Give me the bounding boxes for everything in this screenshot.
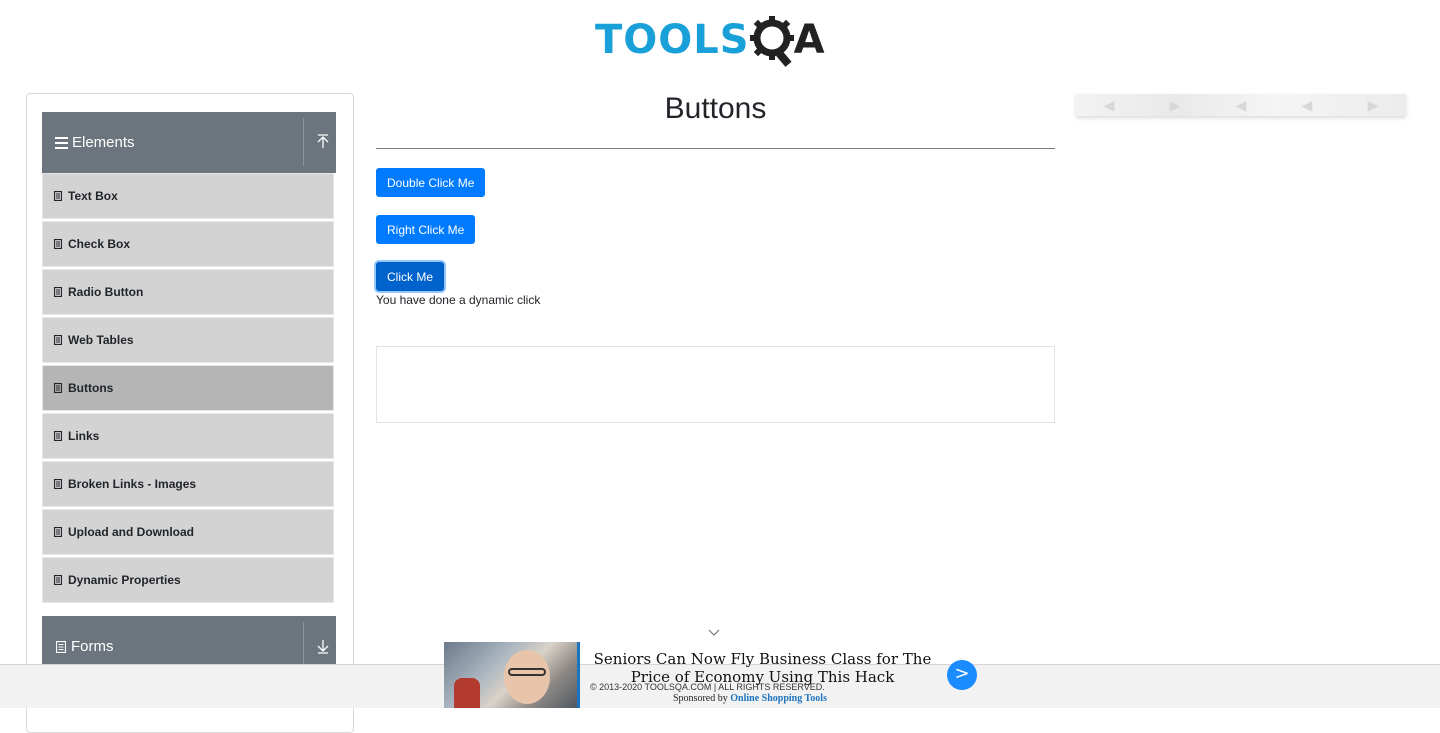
logo-text-tools: TOOLS (595, 17, 750, 63)
sidebar-item-links[interactable]: Links (42, 413, 334, 459)
sidebar: Elements Text Box Check Box Radio Button… (26, 93, 354, 733)
ad-headline[interactable]: Seniors Can Now Fly Business Class for T… (590, 650, 935, 686)
divider (376, 148, 1055, 149)
ad-image[interactable] (444, 642, 580, 708)
header: TOOLS A (0, 0, 1440, 80)
divider (303, 622, 304, 670)
document-icon (54, 575, 62, 585)
sidebar-item-label: Radio Button (68, 285, 144, 299)
document-icon (54, 383, 62, 393)
page-title: Buttons (664, 92, 767, 125)
document-icon (54, 191, 62, 201)
ad-image-face (504, 650, 550, 704)
sidebar-item-label: Text Box (68, 189, 118, 203)
left-arrow-icon: ◀ (1301, 96, 1313, 113)
bottom-ad-banner[interactable]: Seniors Can Now Fly Business Class for T… (444, 642, 980, 708)
document-icon (54, 287, 62, 297)
double-click-button[interactable]: Double Click Me (376, 168, 486, 197)
sidebar-item-buttons[interactable]: Buttons (42, 365, 334, 411)
sidebar-item-label: Broken Links - Images (68, 477, 197, 491)
sidebar-item-text-box[interactable]: Text Box (42, 173, 334, 219)
sidebar-item-label: Web Tables (68, 333, 134, 347)
left-arrow-icon: ◀ (1103, 96, 1115, 113)
menu-icon (55, 136, 68, 149)
right-arrow-icon: ▶ (1169, 96, 1181, 113)
document-icon (54, 527, 62, 537)
sidebar-item-dynamic-properties[interactable]: Dynamic Properties (42, 557, 334, 603)
sidebar-item-label: Buttons (68, 381, 114, 395)
sidebar-item-label: Links (68, 429, 100, 443)
sidebar-item-upload-and-download[interactable]: Upload and Download (42, 509, 334, 555)
right-arrow-icon: ▶ (1367, 96, 1379, 113)
sidebar-item-web-tables[interactable]: Web Tables (42, 317, 334, 363)
right-click-button[interactable]: Right Click Me (376, 215, 476, 244)
divider (303, 118, 304, 166)
document-icon (54, 431, 62, 441)
sidebar-item-label: Upload and Download (68, 525, 194, 539)
gear-icon (749, 16, 794, 67)
document-icon (54, 479, 62, 489)
sidebar-item-check-box[interactable]: Check Box (42, 221, 334, 267)
ad-image-glasses (508, 668, 546, 676)
right-ad-banner[interactable]: ◀ ▶ ◀ ◀ ▶ (1076, 94, 1406, 116)
document-icon (54, 335, 62, 345)
sidebar-group-title: Elements (72, 134, 135, 151)
sidebar-group-elements[interactable]: Elements (42, 112, 336, 173)
sidebar-item-label: Dynamic Properties (68, 573, 181, 587)
ad-next-button[interactable]: > (947, 660, 977, 690)
document-icon (54, 239, 62, 249)
chevron-down-icon[interactable] (708, 626, 720, 638)
document-icon (56, 640, 66, 653)
ad-image-detail (454, 678, 480, 708)
sidebar-group-title: Forms (71, 638, 114, 655)
sidebar-item-radio-button[interactable]: Radio Button (42, 269, 334, 315)
ad-placeholder (376, 346, 1055, 423)
click-me-button[interactable]: Click Me (376, 262, 445, 291)
sidebar-item-broken-links-images[interactable]: Broken Links - Images (42, 461, 334, 507)
logo-text-a: A (793, 17, 825, 63)
left-arrow-icon: ◀ (1235, 96, 1247, 113)
arrow-up-icon[interactable] (316, 134, 330, 150)
sidebar-item-label: Check Box (68, 237, 131, 251)
sidebar-menu: Text Box Check Box Radio Button Web Tabl… (42, 173, 334, 605)
toolsqa-logo[interactable]: TOOLS A (595, 10, 825, 70)
arrow-down-icon[interactable] (316, 638, 330, 654)
dynamic-click-message: You have done a dynamic click (376, 293, 541, 307)
